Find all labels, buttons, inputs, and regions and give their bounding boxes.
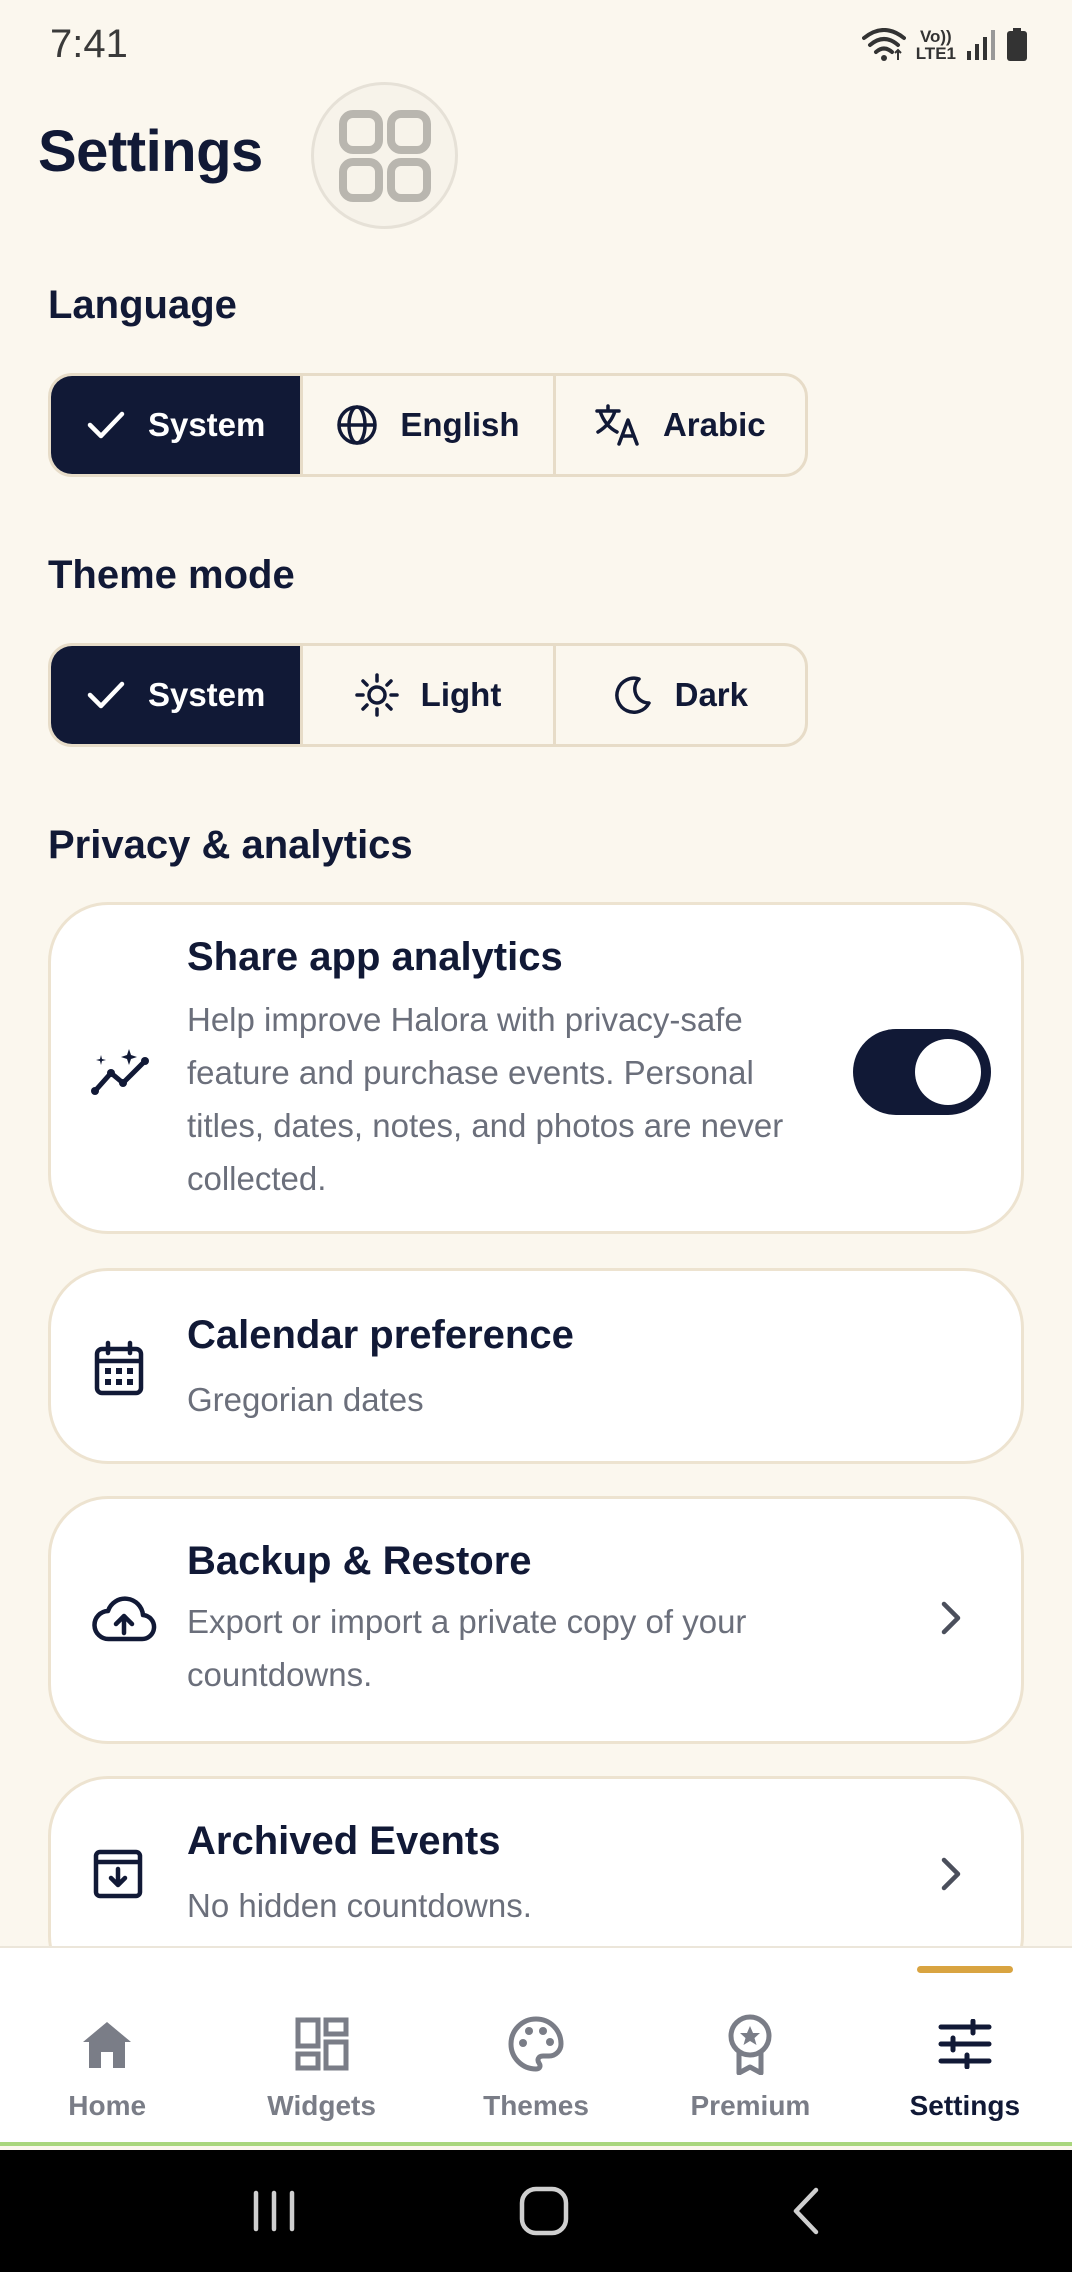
share-analytics-card[interactable]: Share app analytics Help improve Halora … bbox=[48, 902, 1024, 1234]
language-selector: System English Arabic bbox=[48, 373, 808, 477]
signal-icon bbox=[967, 30, 995, 60]
language-option-english[interactable]: English bbox=[300, 376, 552, 474]
nav-widgets[interactable]: Widgets bbox=[214, 1948, 428, 2146]
analytics-toggle[interactable] bbox=[853, 1029, 991, 1115]
check-icon bbox=[87, 411, 125, 439]
award-icon bbox=[728, 2014, 772, 2075]
wifi-icon bbox=[861, 28, 906, 61]
language-option-system[interactable]: System bbox=[51, 376, 301, 474]
share-analytics-title: Share app analytics bbox=[187, 935, 563, 979]
status-bar: 7:41 Vo)) LTE1 bbox=[0, 0, 1072, 92]
palette-icon bbox=[508, 2016, 564, 2072]
status-icons: Vo)) LTE1 bbox=[861, 27, 1028, 63]
calendar-preference-card[interactable]: Calendar preference Gregorian dates bbox=[48, 1268, 1024, 1464]
theme-option-system[interactable]: System bbox=[51, 646, 301, 744]
archived-events-description: No hidden countdowns. bbox=[187, 1887, 532, 1924]
recent-apps-icon[interactable] bbox=[250, 2189, 298, 2233]
widgets-grid-icon bbox=[338, 109, 431, 202]
widgets-icon bbox=[295, 2017, 349, 2071]
chevron-right-icon bbox=[941, 1857, 961, 1891]
calendar-icon bbox=[94, 1340, 144, 1396]
active-tab-indicator bbox=[916, 1966, 1013, 1973]
volte-indicator: Vo)) LTE1 bbox=[915, 27, 956, 63]
translate-icon bbox=[595, 404, 639, 446]
page-title: Settings bbox=[38, 119, 263, 184]
nav-settings[interactable]: Settings bbox=[858, 1948, 1072, 2146]
nav-bottom-accent bbox=[0, 2142, 1072, 2146]
calendar-preference-title: Calendar preference bbox=[187, 1313, 574, 1357]
home-button-icon[interactable] bbox=[518, 2185, 570, 2237]
system-navigation-bar bbox=[0, 2150, 1072, 2272]
nav-themes[interactable]: Themes bbox=[429, 1948, 643, 2146]
backup-restore-card[interactable]: Backup & Restore Export or import a priv… bbox=[48, 1496, 1024, 1744]
settings-screen: 7:41 Vo)) LTE1 Settings Language System … bbox=[0, 0, 1072, 2272]
battery-icon bbox=[1007, 28, 1027, 61]
calendar-preference-value: Gregorian dates bbox=[187, 1381, 424, 1418]
chevron-right-icon bbox=[941, 1601, 961, 1635]
nav-premium[interactable]: Premium bbox=[643, 1948, 857, 2146]
language-heading: Language bbox=[48, 283, 237, 327]
globe-icon bbox=[337, 405, 378, 445]
sliders-icon bbox=[938, 2019, 992, 2069]
theme-option-light[interactable]: Light bbox=[300, 646, 552, 744]
backup-restore-title: Backup & Restore bbox=[187, 1539, 532, 1583]
archive-icon bbox=[93, 1849, 143, 1899]
theme-mode-selector: System Light Dark bbox=[48, 643, 808, 747]
back-icon[interactable] bbox=[790, 2186, 822, 2236]
language-option-arabic[interactable]: Arabic bbox=[552, 376, 805, 474]
cloud-upload-icon bbox=[92, 1596, 157, 1642]
bottom-navigation: Home Widgets Themes Premium Settings bbox=[0, 1946, 1072, 2146]
nav-home[interactable]: Home bbox=[0, 1948, 214, 2146]
archived-events-title: Archived Events bbox=[187, 1819, 501, 1863]
backup-restore-description: Export or import a private copy of your … bbox=[187, 1603, 747, 1693]
moon-icon bbox=[614, 676, 651, 714]
share-analytics-description: Help improve Halora with privacy-safe fe… bbox=[187, 1001, 784, 1197]
widgets-shortcut-button[interactable] bbox=[311, 82, 458, 229]
sun-icon bbox=[354, 673, 399, 717]
status-time: 7:41 bbox=[50, 22, 128, 66]
check-icon bbox=[87, 681, 125, 709]
theme-mode-heading: Theme mode bbox=[48, 553, 295, 597]
privacy-heading: Privacy & analytics bbox=[48, 823, 413, 867]
toggle-knob bbox=[915, 1039, 981, 1105]
theme-option-dark[interactable]: Dark bbox=[552, 646, 805, 744]
home-icon bbox=[83, 2022, 132, 2068]
insights-icon bbox=[91, 1049, 149, 1095]
